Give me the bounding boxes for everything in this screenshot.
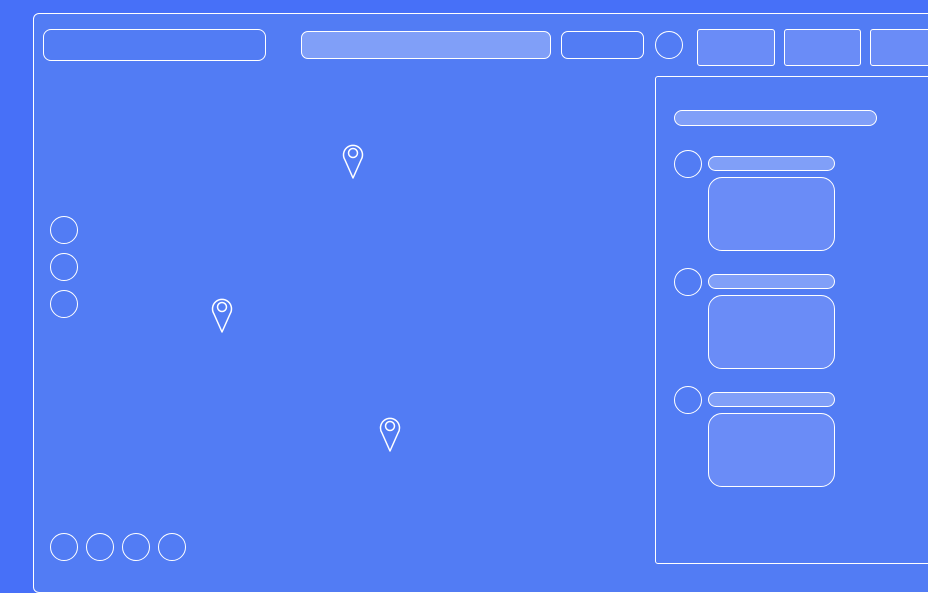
list-item-title bbox=[708, 156, 835, 171]
map-pin-icon[interactable] bbox=[379, 415, 401, 453]
search-input[interactable] bbox=[43, 29, 266, 61]
tab-2[interactable] bbox=[784, 29, 861, 66]
address-input[interactable] bbox=[301, 31, 551, 59]
avatar[interactable] bbox=[674, 268, 702, 296]
map-pin-icon[interactable] bbox=[342, 142, 364, 180]
list-item-card[interactable] bbox=[708, 295, 835, 369]
bottom-control-3[interactable] bbox=[122, 533, 150, 561]
map-pin-icon[interactable] bbox=[211, 296, 233, 334]
zoom-control-1[interactable] bbox=[50, 216, 78, 244]
zoom-control-2[interactable] bbox=[50, 253, 78, 281]
filter-field[interactable] bbox=[561, 31, 644, 59]
list-item-title bbox=[708, 392, 835, 407]
toolbar-circle-button[interactable] bbox=[655, 31, 683, 59]
list-item-card[interactable] bbox=[708, 177, 835, 251]
avatar[interactable] bbox=[674, 150, 702, 178]
tab-3[interactable] bbox=[870, 29, 928, 66]
panel-header bbox=[674, 110, 877, 126]
bottom-control-4[interactable] bbox=[158, 533, 186, 561]
list-item-title bbox=[708, 274, 835, 289]
tab-1[interactable] bbox=[697, 29, 775, 66]
list-item-card[interactable] bbox=[708, 413, 835, 487]
avatar[interactable] bbox=[674, 386, 702, 414]
bottom-control-2[interactable] bbox=[86, 533, 114, 561]
zoom-control-3[interactable] bbox=[50, 290, 78, 318]
bottom-control-1[interactable] bbox=[50, 533, 78, 561]
